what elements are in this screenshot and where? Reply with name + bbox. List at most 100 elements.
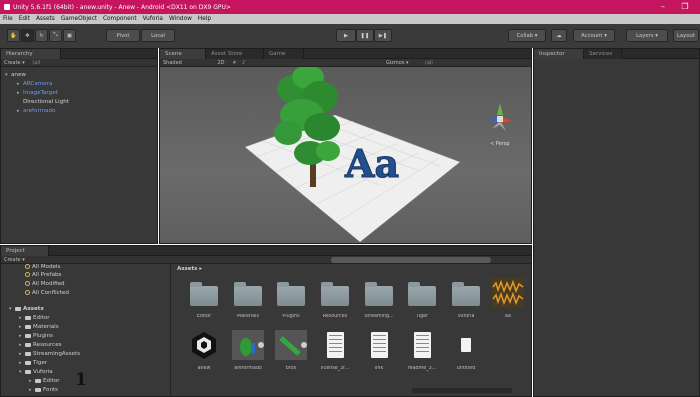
rect-tool-icon[interactable]: ▣ [63, 29, 76, 42]
menu-file[interactable]: File [3, 16, 13, 22]
lighting-toggle-icon[interactable]: ☀ [232, 60, 236, 66]
asset-grid: Assets ▸ Editor Materials Plugins Resour… [172, 264, 531, 396]
asset-doc-readme[interactable]: readme_3... [402, 330, 442, 388]
overlay-number: 1 [75, 370, 87, 390]
maximize-button[interactable]: ❐ [676, 0, 694, 14]
step-button[interactable]: ▶❚ [374, 29, 392, 42]
scene-root-item[interactable]: ▾ anew [1, 71, 157, 80]
favorite-all-modified[interactable]: All Modified [1, 280, 170, 289]
tab-game[interactable]: Game [264, 49, 304, 59]
model-icon [275, 330, 307, 360]
document-icon [371, 332, 388, 358]
menu-bar: File Edit Assets GameObject Component Vu… [0, 14, 700, 24]
collab-dropdown[interactable]: Collab ▾ [508, 29, 546, 42]
asset-model-areformado[interactable]: areformado [228, 330, 268, 388]
pivot-toggle[interactable]: Pivot [106, 29, 140, 42]
2d-toggle[interactable]: 2D [217, 60, 224, 66]
asset-folder-tiger[interactable]: Tiger [402, 278, 442, 336]
asset-folder-editor[interactable]: Editor [184, 278, 224, 336]
asset-blank-untitled[interactable]: untitled [446, 330, 486, 388]
hierarchy-panel: Hierarchy Create ▾ (all ▾ anew ▸ ARCamera … [0, 48, 158, 244]
asset-doc-link[interactable]: link [359, 330, 399, 388]
hierarchy-item-areformado[interactable]: ▸ areformado [1, 107, 157, 116]
asset-folder-materials[interactable]: Materials [228, 278, 268, 336]
tab-services[interactable]: Services [584, 49, 622, 59]
audio-waveform-icon [492, 278, 524, 308]
layers-dropdown[interactable]: Layers ▾ [626, 29, 668, 42]
blank-file-icon [461, 338, 471, 352]
tree-folder-editor[interactable]: ▸ Editor [1, 314, 170, 323]
tab-scene[interactable]: Scene [160, 49, 206, 59]
thumbnail-size-slider[interactable] [412, 388, 512, 393]
hierarchy-toolbar: Create ▾ (all [1, 59, 157, 67]
tab-project[interactable]: Project [1, 246, 49, 256]
folder-icon [365, 282, 393, 306]
hierarchy-search-input[interactable]: (all [32, 60, 40, 66]
rotate-tool-icon[interactable]: ↻ [35, 29, 48, 42]
window-titlebar: Unity 5.6.1f1 (64bit) - anew.unity - Ane… [0, 0, 700, 14]
tree-folder-streamingassets[interactable]: ▸ StreamingAssets [1, 350, 170, 359]
folder-icon [321, 282, 349, 306]
menu-help[interactable]: Help [198, 16, 211, 22]
tab-hierarchy[interactable]: Hierarchy [1, 49, 61, 59]
shading-dropdown[interactable]: Shaded [163, 60, 182, 66]
asset-folder-plugins[interactable]: Plugins [271, 278, 311, 336]
document-icon [327, 332, 344, 358]
asset-folder-streaming[interactable]: Streaming... [359, 278, 399, 336]
orientation-gizmo [488, 103, 512, 131]
favorite-all-conflicted[interactable]: All Conflicted [1, 289, 170, 298]
scene-viewport[interactable]: Aa < Persp [160, 67, 531, 243]
gizmos-dropdown[interactable]: Gizmos ▾ [386, 59, 409, 67]
menu-component[interactable]: Component [103, 16, 137, 22]
persp-label[interactable]: < Persp [490, 141, 510, 147]
minimize-button[interactable]: – [654, 0, 672, 14]
project-search-input[interactable] [331, 257, 491, 263]
menu-gameobject[interactable]: GameObject [61, 16, 97, 22]
hand-tool-icon[interactable]: ✋ [7, 29, 20, 42]
project-tree: All Models All Prefabs All Modified All … [1, 264, 171, 397]
audio-toggle-icon[interactable]: ♪ [242, 60, 245, 66]
move-tool-icon[interactable]: ✥ [21, 29, 34, 42]
scene-toolbar: Shaded 2D ☀ ♪ Gizmos ▾ (all [160, 59, 531, 67]
folder-icon [277, 282, 305, 306]
menu-assets[interactable]: Assets [36, 16, 55, 22]
tree-folder-tiger[interactable]: ▸ Tiger [1, 359, 170, 368]
hierarchy-create-button[interactable]: Create ▾ [4, 60, 25, 66]
asset-audio-aa[interactable]: aa [488, 278, 528, 336]
asset-folder-resources[interactable]: Resources [315, 278, 355, 336]
menu-edit[interactable]: Edit [19, 16, 30, 22]
tab-inspector[interactable]: Inspector [534, 49, 584, 59]
tree-folder-materials[interactable]: ▸ Materials [1, 323, 170, 332]
favorite-all-prefabs[interactable]: All Prefabs [1, 271, 170, 280]
tree-assets-root[interactable]: ▾ Assets [1, 305, 170, 314]
asset-folder-vuforia[interactable]: Vuforia [446, 278, 486, 336]
unity-scene-icon [188, 330, 220, 360]
hierarchy-item-arcamera[interactable]: ▸ ARCamera [1, 80, 157, 89]
hierarchy-item-imagetarget[interactable]: ▸ ImageTarget [1, 89, 157, 98]
document-icon [414, 332, 431, 358]
asset-breadcrumb[interactable]: Assets ▸ [177, 266, 202, 272]
pause-button[interactable]: ❚❚ [356, 29, 374, 42]
scene-render: Aa [244, 67, 512, 243]
play-button[interactable]: ▶ [336, 29, 356, 42]
asset-doc-license[interactable]: license_3r... [315, 330, 355, 388]
hierarchy-item-light[interactable]: Directional Light [1, 98, 157, 107]
layout-dropdown[interactable]: Layout [673, 29, 699, 42]
project-panel: Project Create ▾ All Models All Prefabs … [0, 245, 532, 397]
unity-logo-icon [4, 4, 10, 10]
tree-folder-plugins[interactable]: ▸ Plugins [1, 332, 170, 341]
main-toolbar: ✋ ✥ ↻ ⤡ ▣ Pivot Local ▶ ❚❚ ▶❚ Collab ▾ ☁… [0, 24, 700, 48]
asset-scene-anew[interactable]: anew [184, 330, 224, 388]
scale-tool-icon[interactable]: ⤡ [49, 29, 62, 42]
tree-folder-resources[interactable]: ▸ Resources [1, 341, 170, 350]
cloud-icon[interactable]: ☁ [551, 29, 567, 42]
local-toggle[interactable]: Local [141, 29, 175, 42]
scene-panel: Scene Asset Store Game Shaded 2D ☀ ♪ Giz… [159, 48, 532, 244]
folder-icon [234, 282, 262, 306]
menu-window[interactable]: Window [169, 16, 192, 22]
menu-vuforia[interactable]: Vuforia [143, 16, 163, 22]
scene-search-input[interactable]: (all [425, 59, 433, 67]
asset-model-bros[interactable]: bros [271, 330, 311, 388]
tab-asset-store[interactable]: Asset Store [206, 49, 264, 59]
account-dropdown[interactable]: Account ▾ [573, 29, 615, 42]
